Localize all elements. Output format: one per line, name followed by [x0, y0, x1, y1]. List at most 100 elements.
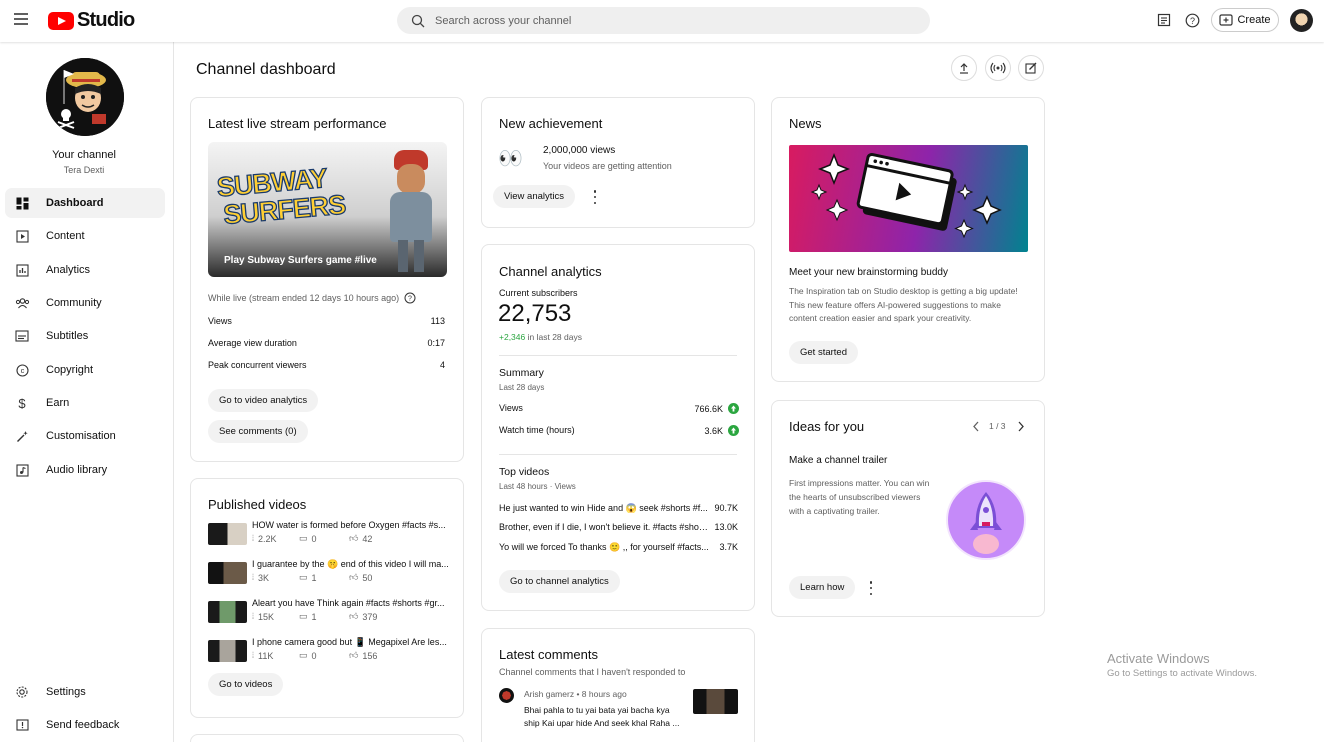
divider	[499, 454, 737, 455]
news-card: News Meet your new brainstorming buddy T…	[771, 97, 1045, 382]
channel-name: Tera Dexti	[63, 165, 105, 175]
sidebar-item-customisation[interactable]: Customisation	[5, 421, 165, 451]
go-live-button[interactable]	[985, 55, 1011, 81]
help-icon[interactable]: ?	[1183, 11, 1201, 29]
inspiration-illustration-icon	[810, 152, 1002, 239]
news-body: The Inspiration tab on Studio desktop is…	[789, 286, 1018, 323]
sidebar-item-audio-library[interactable]: Audio library	[5, 455, 165, 485]
summary-row: Views 766.6K	[499, 403, 739, 414]
sidebar-item-copyright[interactable]: c Copyright	[5, 355, 165, 385]
sidebar-item-label: Send feedback	[46, 719, 120, 731]
sidebar-item-subtitles[interactable]: Subtitles	[5, 321, 165, 351]
thumbs-up-icon: 👍︎	[349, 533, 359, 543]
sidebar-item-content[interactable]: Content	[5, 221, 165, 251]
list-item[interactable]: I phone camera good but 📱 Megapixel Are …	[208, 637, 458, 665]
views-icon: ⦙	[252, 650, 255, 660]
more-options-icon[interactable]	[590, 190, 600, 204]
get-started-button[interactable]: Get started	[789, 341, 858, 364]
create-button[interactable]: Create	[1211, 8, 1279, 32]
account-avatar[interactable]	[1290, 9, 1313, 32]
learn-how-button[interactable]: Learn how	[789, 576, 856, 599]
divider	[499, 355, 737, 356]
comment-icon: ▭	[299, 611, 308, 621]
thumbnail-title: Play Subway Surfers game #live	[224, 255, 377, 266]
top-videos-period: Last 48 hours · Views	[499, 482, 576, 491]
thumbs-up-icon: 👍︎	[349, 611, 359, 621]
video-title: I phone camera good but 📱 Megapixel Are …	[252, 637, 447, 647]
card-title: News	[789, 116, 822, 131]
sidebar-item-send-feedback[interactable]: Send feedback	[5, 710, 165, 740]
chevron-right-icon[interactable]	[1017, 421, 1025, 432]
sidebar-item-analytics[interactable]: Analytics	[5, 255, 165, 285]
search-icon[interactable]	[403, 14, 433, 28]
stat-row: Peak concurrent viewers 4	[208, 360, 445, 370]
card-title: Channel analytics	[499, 264, 602, 279]
subscribers-change: +2,346 in last 28 days	[499, 332, 582, 342]
top-bar: Studio ? Create	[0, 0, 1324, 42]
sidebar-item-label: Copyright	[46, 364, 94, 376]
card-title: New achievement	[499, 116, 603, 131]
video-thumbnail	[208, 640, 247, 662]
studio-logo[interactable]: Studio	[48, 9, 135, 32]
subtitles-icon	[14, 328, 30, 344]
activate-windows-watermark: Activate Windows Go to Settings to activ…	[1107, 651, 1257, 679]
video-title: HOW water is formed before Oxygen #facts…	[252, 520, 446, 530]
chevron-left-icon[interactable]	[972, 421, 980, 432]
views-icon: ⦙	[252, 611, 255, 621]
create-post-button[interactable]	[1018, 55, 1044, 81]
search-input[interactable]	[435, 14, 915, 27]
watermark-line2: Go to Settings to activate Windows.	[1107, 668, 1257, 679]
list-item[interactable]: HOW water is formed before Oxygen #facts…	[208, 520, 458, 548]
subscribers-value: 22,753	[498, 300, 572, 327]
more-options-icon[interactable]	[866, 581, 876, 595]
sidebar-item-settings[interactable]: Settings	[5, 677, 165, 707]
go-to-videos-button[interactable]: Go to videos	[208, 673, 284, 696]
channel-title: Your channel	[52, 149, 116, 161]
achievement-headline: 2,000,000 views	[543, 145, 616, 156]
idea-headline: Make a channel trailer	[789, 455, 888, 466]
next-card	[190, 734, 464, 742]
create-video-icon	[1219, 14, 1234, 26]
sidebar-item-label: Customisation	[46, 430, 116, 442]
search-bar[interactable]	[397, 7, 930, 34]
top-video-row[interactable]: He just wanted to win Hide and 😱 seek #s…	[499, 503, 738, 514]
sidebar-item-community[interactable]: Community	[5, 288, 165, 318]
svg-text:?: ?	[408, 296, 412, 303]
captions-icon[interactable]	[1155, 11, 1173, 29]
create-label: Create	[1237, 14, 1271, 26]
youtube-logo-icon	[48, 11, 74, 30]
help-icon[interactable]: ?	[404, 292, 416, 304]
idea-body: First impressions matter. You can win th…	[789, 478, 930, 516]
top-video-row[interactable]: Brother, even if I die, I won't believe …	[499, 522, 738, 532]
video-title: Aleart you have Think again #facts #shor…	[252, 598, 445, 608]
video-stats: ⦙ 15K ▭ 1 👍︎ 379	[252, 611, 378, 622]
comment-video-thumbnail[interactable]	[693, 689, 738, 714]
ideas-pager: 1 / 3	[989, 421, 1006, 431]
go-to-video-analytics-button[interactable]: Go to video analytics	[208, 389, 319, 412]
card-title: Latest live stream performance	[208, 116, 387, 131]
channel-avatar[interactable]	[46, 58, 124, 136]
video-stats: ⦙ 3K ▭ 1 👍︎ 50	[252, 572, 373, 583]
sidebar-item-earn[interactable]: $ Earn	[5, 388, 165, 418]
list-item[interactable]: Aleart you have Think again #facts #shor…	[208, 598, 458, 626]
thumbs-up-icon: 👍︎	[349, 650, 359, 660]
views-icon: ⦙	[252, 572, 255, 582]
upload-button[interactable]	[951, 55, 977, 81]
view-analytics-button[interactable]: View analytics	[493, 185, 576, 208]
eyes-emoji-icon: 👀	[498, 148, 523, 170]
video-title: I guarantee by the 🤫 end of this video I…	[252, 559, 449, 569]
rocket-illustration-icon	[946, 480, 1026, 560]
news-illustration	[789, 145, 1028, 252]
dashboard-icon	[14, 195, 30, 211]
menu-icon[interactable]	[14, 13, 28, 25]
top-video-row[interactable]: Yo will we forced To thanks 🙂 ,, for you…	[499, 542, 738, 553]
go-to-channel-analytics-button[interactable]: Go to channel analytics	[499, 570, 620, 593]
views-icon: ⦙	[252, 533, 255, 543]
see-comments-button[interactable]: See comments (0)	[208, 420, 308, 443]
commenter-avatar[interactable]	[499, 688, 514, 703]
sidebar-item-dashboard[interactable]: Dashboard	[5, 188, 165, 218]
subscribers-label: Current subscribers	[499, 288, 578, 298]
live-stream-thumbnail[interactable]: SUBWAY SURFERS Play Subway Surfers game #…	[208, 142, 447, 277]
top-videos-title: Top videos	[499, 466, 550, 478]
list-item[interactable]: I guarantee by the 🤫 end of this video I…	[208, 559, 458, 587]
